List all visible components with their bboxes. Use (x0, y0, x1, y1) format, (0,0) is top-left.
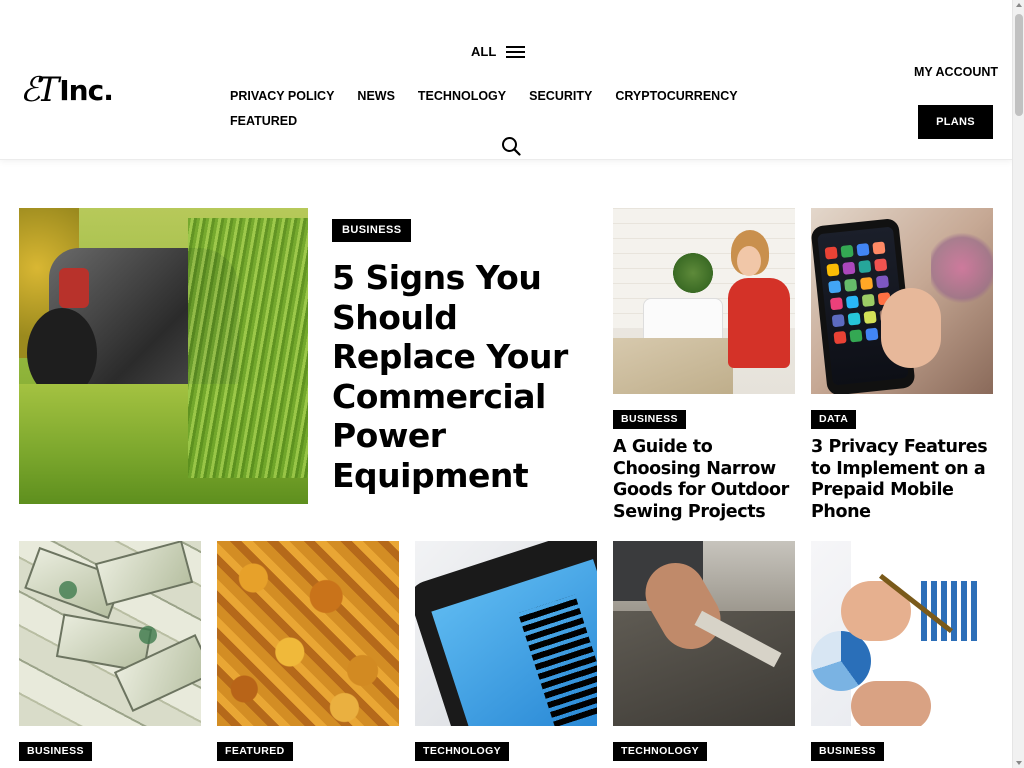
search-icon[interactable] (501, 136, 521, 156)
nav-item-featured[interactable]: FEATURED (230, 113, 297, 130)
hamburger-icon (506, 45, 526, 58)
post-image-leaves[interactable] (217, 541, 399, 726)
my-account-link[interactable]: MY ACCOUNT (914, 65, 998, 79)
site-header: ℰT Inc. ALL PRIVACY POLICY NEWS TECHNOLO… (0, 0, 1012, 160)
post-category-badge[interactable]: BUSINESS (613, 410, 686, 429)
post-category-badge[interactable]: FEATURED (217, 742, 293, 761)
post-title[interactable]: A Guide to Choosing Narrow Goods for Out… (613, 437, 798, 523)
scrollbar-thumb[interactable] (1015, 14, 1023, 116)
post-image-tailor[interactable] (613, 541, 795, 726)
post-title[interactable]: 3 Privacy Features to Implement on a Pre… (811, 437, 996, 523)
nav-item-security[interactable]: SECURITY (529, 88, 592, 105)
all-menu-button[interactable]: ALL (471, 44, 526, 59)
nav-item-privacy-policy[interactable]: PRIVACY POLICY (230, 88, 334, 105)
featured-post-category[interactable]: BUSINESS (332, 219, 412, 242)
scroll-down-icon[interactable] (1016, 761, 1022, 765)
post-image-phone[interactable] (811, 208, 993, 394)
nav-item-technology[interactable]: TECHNOLOGY (418, 88, 506, 105)
site-logo[interactable]: ℰT Inc. (20, 70, 114, 110)
plans-button[interactable]: PLANS (918, 105, 993, 139)
post-category-badge[interactable]: TECHNOLOGY (613, 742, 708, 761)
logo-mark: ℰT (20, 70, 59, 110)
post-image-money[interactable] (19, 541, 201, 726)
post-category-badge[interactable]: BUSINESS (811, 742, 884, 761)
logo-word: Inc. (59, 74, 114, 107)
page-scrollbar[interactable] (1012, 0, 1024, 768)
post-category-badge[interactable]: BUSINESS (19, 742, 92, 761)
nav-item-news[interactable]: NEWS (357, 88, 395, 105)
main-nav: PRIVACY POLICY NEWS TECHNOLOGY SECURITY … (230, 88, 750, 130)
all-menu-label: ALL (471, 44, 497, 59)
featured-post-title[interactable]: 5 Signs You Should Replace Your Commerci… (332, 258, 602, 495)
post-category-badge[interactable]: TECHNOLOGY (415, 742, 510, 761)
post-image-sewing[interactable] (613, 208, 795, 394)
post-image-finance[interactable] (811, 541, 993, 726)
featured-post-image[interactable] (19, 208, 308, 504)
post-image-qr-phone[interactable] (415, 541, 597, 726)
post-category-badge[interactable]: DATA (811, 410, 857, 429)
scroll-up-icon[interactable] (1016, 3, 1022, 7)
nav-item-cryptocurrency[interactable]: CRYPTOCURRENCY (615, 88, 737, 105)
